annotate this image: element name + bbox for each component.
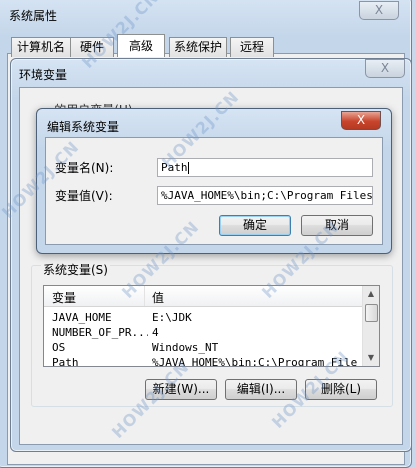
- tab-remote[interactable]: 远程: [230, 37, 274, 57]
- tab-advanced[interactable]: 高级: [117, 34, 165, 57]
- column-header-value[interactable]: 值: [152, 289, 164, 306]
- table-row[interactable]: NUMBER_OF_PR... 4: [44, 325, 379, 341]
- variable-value-input[interactable]: %JAVA_HOME%\bin;C:\Program Files\Wi: [157, 186, 373, 205]
- edit-variable-button[interactable]: 编辑(I)...: [225, 379, 297, 400]
- variable-value-label: 变量值(V):: [55, 189, 113, 203]
- table-row[interactable]: JAVA_HOME E:\JDK: [44, 310, 379, 326]
- edit-dialog-title: 编辑系统变量: [47, 120, 120, 134]
- scroll-up-arrow-icon[interactable]: ▲: [363, 286, 379, 302]
- tab-strip: 计算机名 硬件 高级 系统保护 远程: [11, 34, 301, 57]
- tab-computer-name[interactable]: 计算机名: [11, 37, 71, 57]
- scroll-down-arrow-icon[interactable]: ▼: [363, 350, 379, 366]
- close-icon: X: [356, 113, 366, 127]
- system-properties-close-button[interactable]: X: [359, 1, 399, 20]
- system-properties-title: 系统属性: [9, 9, 58, 23]
- column-header-variable[interactable]: 变量: [52, 289, 76, 306]
- edit-dialog-ok-button[interactable]: 确定: [219, 215, 291, 236]
- system-variables-label: 系统变量(S): [41, 261, 110, 278]
- list-vertical-scrollbar[interactable]: ▲ ▼: [362, 286, 379, 366]
- system-variables-list[interactable]: 变量 值 JAVA_HOME E:\JDK NUMBER_OF_PR... 4 …: [43, 285, 380, 367]
- variable-name-input[interactable]: Path: [157, 158, 373, 177]
- close-icon: X: [374, 3, 384, 17]
- scrollbar-thumb[interactable]: [365, 304, 378, 322]
- edit-dialog-close-button[interactable]: X: [341, 111, 381, 130]
- list-header: 变量 值: [44, 286, 379, 307]
- text-cursor: [187, 162, 189, 174]
- environment-variables-close-button[interactable]: X: [365, 59, 405, 78]
- close-icon: X: [380, 61, 390, 75]
- environment-variables-title: 环境变量: [19, 68, 68, 82]
- table-row[interactable]: OS Windows_NT: [44, 340, 379, 356]
- tab-system-protection[interactable]: 系统保护: [169, 37, 227, 57]
